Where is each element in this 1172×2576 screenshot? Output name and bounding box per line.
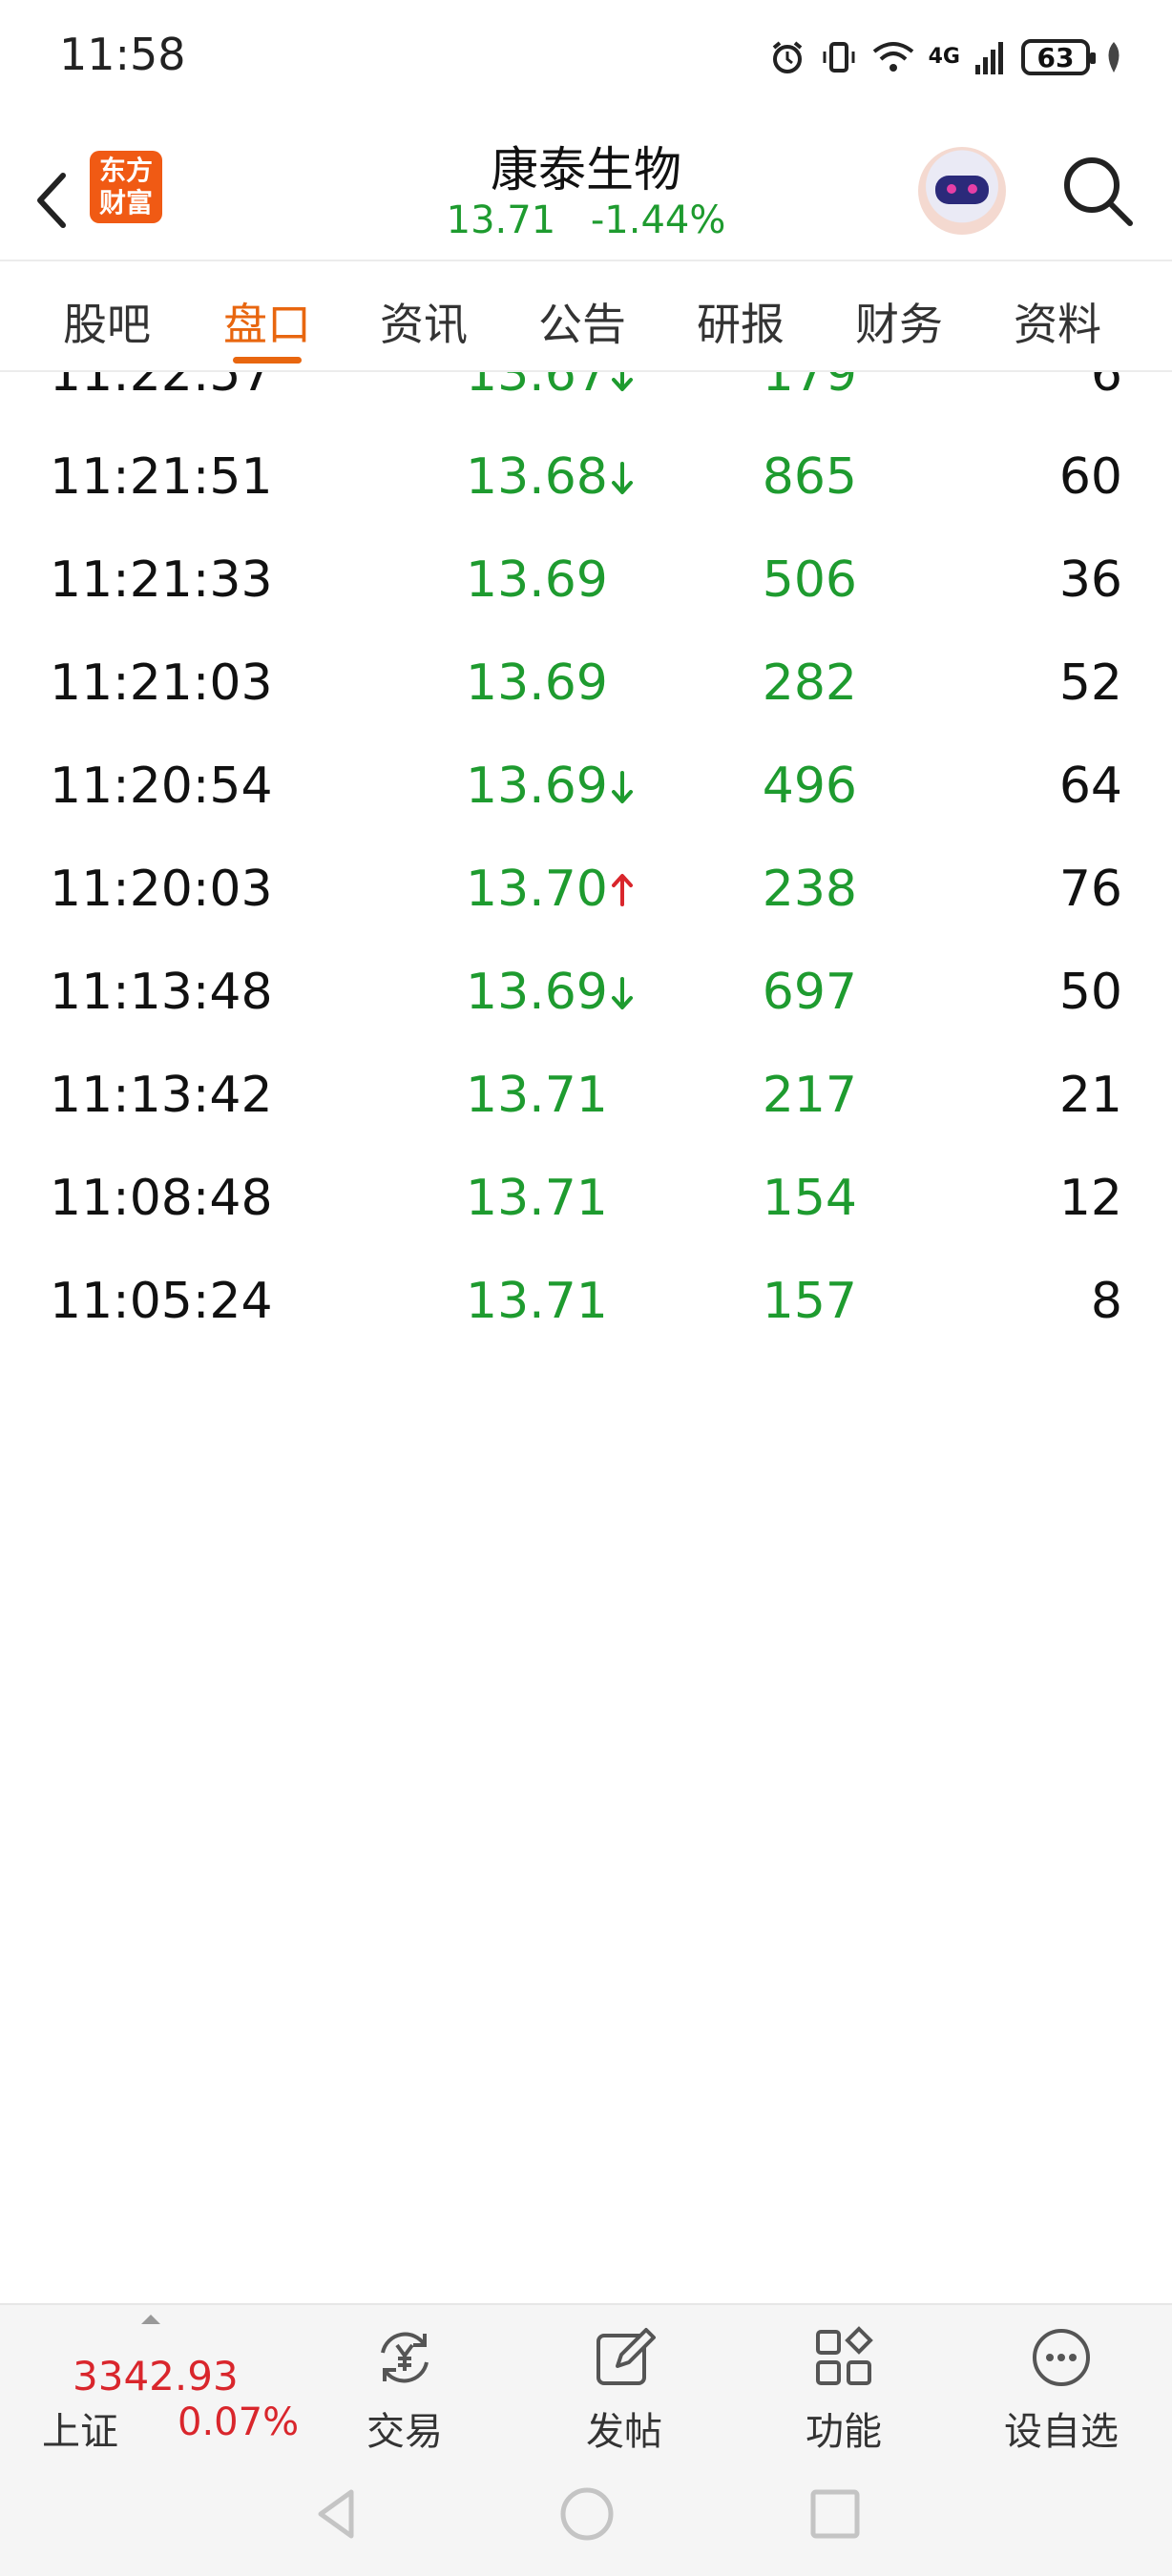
trade-time: 11:05:24 bbox=[50, 1273, 273, 1330]
tab-pankou[interactable]: 盘口 bbox=[223, 290, 311, 353]
grid-apps-icon bbox=[816, 2326, 873, 2385]
trade-volume: 282 bbox=[762, 654, 857, 712]
trade-volume: 865 bbox=[762, 448, 857, 506]
trade-row: 11:13:42 13.71 217 21 bbox=[0, 1040, 1172, 1143]
functions-button[interactable]: 功能 bbox=[767, 2318, 920, 2454]
trade-volume: 506 bbox=[762, 551, 857, 609]
trade-count: 50 bbox=[1058, 964, 1122, 1021]
arrow-down-icon bbox=[612, 977, 633, 1009]
trade-time: 11:20:54 bbox=[50, 758, 273, 815]
trade-row: 11:13:48 13.69 697 50 bbox=[0, 937, 1172, 1040]
arrow-down-icon bbox=[612, 372, 633, 391]
tab-news[interactable]: 资讯 bbox=[380, 290, 468, 353]
trade-time: 11:21:51 bbox=[50, 448, 273, 506]
trade-price: 13.71 bbox=[466, 1273, 608, 1330]
status-icons: 4G 63 bbox=[768, 32, 1124, 82]
trade-time: 11:22:57 bbox=[50, 372, 273, 403]
trade-price: 13.70 bbox=[466, 861, 608, 918]
trade-row: 11:22:57 13.67 179 6 bbox=[0, 372, 1172, 422]
arrow-down-icon bbox=[612, 771, 633, 803]
tab-active-indicator bbox=[233, 357, 302, 364]
stock-price: 13.71 bbox=[446, 198, 556, 242]
stock-change: -1.44% bbox=[590, 198, 726, 242]
index-change[interactable]: 0.07% bbox=[178, 2400, 299, 2444]
status-bar: 11:58 4G 63 bbox=[0, 0, 1172, 114]
trade-price: 13.71 bbox=[466, 1170, 608, 1227]
tab-research[interactable]: 研报 bbox=[697, 290, 785, 353]
trade-count: 6 bbox=[1090, 372, 1122, 403]
trade-price: 13.71 bbox=[466, 1067, 608, 1124]
index-value[interactable]: 3342.93 bbox=[73, 2353, 239, 2399]
trade-volume: 179 bbox=[762, 372, 857, 403]
trade-time: 11:13:48 bbox=[50, 964, 273, 1021]
arrow-down-icon bbox=[612, 462, 633, 494]
trade-count: 12 bbox=[1058, 1170, 1122, 1227]
trade-row: 11:20:03 13.70 238 76 bbox=[0, 834, 1172, 937]
trade-count: 8 bbox=[1090, 1273, 1122, 1330]
trade-price: 13.69 bbox=[466, 758, 608, 815]
trade-row: 11:20:54 13.69 496 64 bbox=[0, 731, 1172, 834]
trade-row: 11:21:33 13.69 506 36 bbox=[0, 525, 1172, 628]
stock-header: 东方 财富 康泰生物 13.71 -1.44% bbox=[0, 124, 1172, 258]
wifi-icon bbox=[872, 42, 913, 72]
trade-detail-list[interactable]: 11:22:57 13.67 179 6 11:21:51 13.68 865 60 11:21… bbox=[0, 372, 1172, 1347]
trade-row: 11:21:51 13.68 865 60 bbox=[0, 422, 1172, 525]
trade-time: 11:21:03 bbox=[50, 654, 273, 712]
edit-post-icon bbox=[596, 2328, 656, 2385]
trade-price: 13.69 bbox=[466, 964, 608, 1021]
trade-yen-icon bbox=[381, 2332, 429, 2383]
nav-back-icon[interactable] bbox=[303, 2481, 370, 2547]
trade-volume: 697 bbox=[762, 964, 857, 1021]
battery-indicator: 63 bbox=[1021, 39, 1096, 75]
trade-row: 11:05:24 13.71 157 8 bbox=[0, 1246, 1172, 1347]
trade-time: 11:08:48 bbox=[50, 1170, 273, 1227]
trade-volume: 154 bbox=[762, 1170, 857, 1227]
trade-price: 13.67 bbox=[466, 372, 608, 403]
add-watchlist-button[interactable]: 设自选 bbox=[985, 2318, 1138, 2454]
tab-profile[interactable]: 资料 bbox=[1014, 290, 1101, 353]
bottom-bar: 3342.93 上证 0.07% 交易 发帖 功能 设自选 bbox=[0, 2303, 1172, 2454]
trade-count: 60 bbox=[1058, 448, 1122, 506]
nav-recents-icon[interactable] bbox=[802, 2481, 869, 2547]
index-name[interactable]: 上证 bbox=[42, 2400, 118, 2456]
trade-count: 76 bbox=[1058, 861, 1122, 918]
trade-time: 11:21:33 bbox=[50, 551, 273, 609]
trade-row: 11:08:48 13.71 154 12 bbox=[0, 1143, 1172, 1246]
tab-guba[interactable]: 股吧 bbox=[63, 290, 151, 353]
network-type: 4G bbox=[928, 45, 960, 69]
trade-row: 11:21:03 13.69 282 52 bbox=[0, 628, 1172, 731]
trade-price: 13.69 bbox=[466, 551, 608, 609]
nav-home-icon[interactable] bbox=[554, 2481, 620, 2547]
trade-price: 13.68 bbox=[466, 448, 608, 506]
leaf-icon bbox=[1108, 42, 1120, 73]
trade-count: 36 bbox=[1058, 551, 1122, 609]
more-dots-icon bbox=[1033, 2329, 1090, 2386]
post-button[interactable]: 发帖 bbox=[548, 2318, 701, 2454]
tab-bar: 股吧 盘口 资讯 公告 研报 财务 资料 bbox=[0, 260, 1172, 372]
trade-volume: 157 bbox=[762, 1273, 857, 1330]
vibrate-icon bbox=[823, 42, 855, 73]
alarm-icon bbox=[772, 41, 802, 73]
expand-caret-icon[interactable] bbox=[141, 2315, 160, 2324]
trade-price: 13.69 bbox=[466, 654, 608, 712]
trade-count: 64 bbox=[1058, 758, 1122, 815]
system-nav-bar bbox=[0, 2452, 1172, 2576]
trade-time: 11:13:42 bbox=[50, 1067, 273, 1124]
trade-time: 11:20:03 bbox=[50, 861, 273, 918]
assistant-robot-icon[interactable] bbox=[918, 147, 1006, 235]
arrow-up-icon bbox=[612, 874, 633, 906]
tab-announcements[interactable]: 公告 bbox=[538, 290, 626, 353]
trade-button[interactable]: 交易 bbox=[328, 2318, 481, 2454]
trade-volume: 496 bbox=[762, 758, 857, 815]
search-icon[interactable] bbox=[1059, 153, 1136, 229]
tab-finance[interactable]: 财务 bbox=[855, 290, 943, 353]
trade-volume: 238 bbox=[762, 861, 857, 918]
signal-icon bbox=[975, 42, 1003, 74]
trade-count: 52 bbox=[1058, 654, 1122, 712]
trade-volume: 217 bbox=[762, 1067, 857, 1124]
trade-count: 21 bbox=[1058, 1067, 1122, 1124]
status-time: 11:58 bbox=[59, 29, 186, 80]
